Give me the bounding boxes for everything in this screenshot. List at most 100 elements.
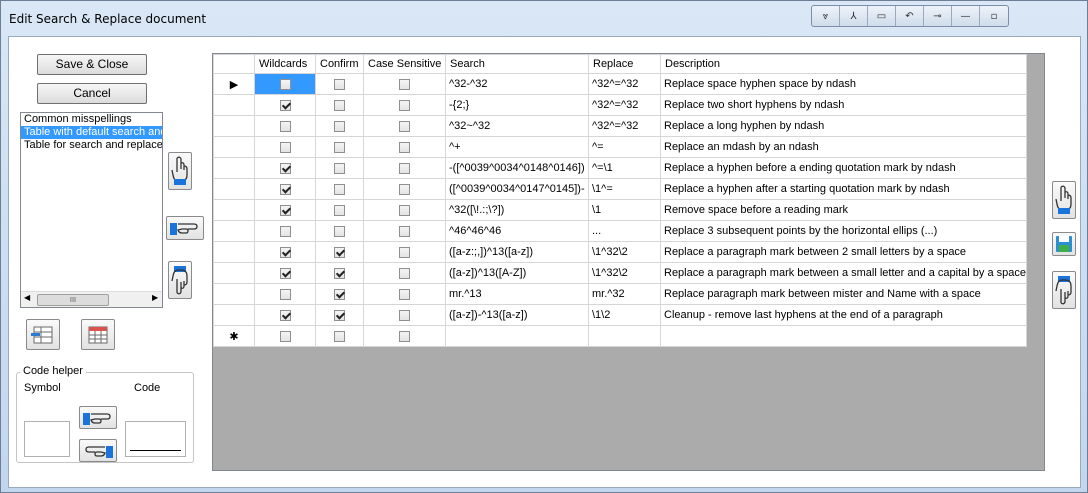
code-to-symbol-button[interactable]	[79, 439, 117, 462]
wildcards-checkbox[interactable]	[279, 246, 291, 258]
case-sensitive-checkbox[interactable]	[399, 99, 410, 111]
insert-button[interactable]	[166, 216, 204, 240]
confirm-checkbox[interactable]	[334, 309, 345, 321]
description-cell[interactable]	[660, 325, 1027, 347]
confirm-checkbox[interactable]	[334, 288, 345, 300]
list-item-search-replace-table[interactable]: Table for search and replace	[21, 139, 162, 152]
caption-button-restore[interactable]: ▫	[980, 6, 1008, 26]
case-sensitive-checkbox[interactable]	[399, 267, 410, 279]
edit-table-button[interactable]	[81, 319, 115, 350]
description-cell[interactable]: Replace space hyphen space by ndash	[660, 73, 1027, 95]
symbol-to-code-button[interactable]	[79, 406, 117, 429]
wildcards-checkbox[interactable]	[279, 267, 291, 279]
description-cell[interactable]: Replace an mdash by an ndash	[660, 136, 1027, 158]
confirm-checkbox[interactable]	[334, 204, 345, 216]
table-row[interactable]: ([a-z])^13([A-Z]) \1^32\2 Replace a paragr…	[213, 262, 1027, 284]
confirm-checkbox[interactable]	[334, 225, 345, 237]
save-close-button[interactable]: Save & Close	[37, 54, 147, 75]
new-row-header[interactable]: ✱	[213, 325, 255, 347]
description-cell[interactable]: Replace a long hyphen by ndash	[660, 115, 1027, 137]
replace-cell[interactable]: \1^=	[588, 178, 661, 200]
table-row[interactable]: ^+ ^= Replace an mdash by an ndash	[213, 136, 1027, 158]
caption-button-minimize[interactable]: —	[952, 6, 980, 26]
column-header-description[interactable]: Description	[660, 54, 1027, 74]
table-row[interactable]: ▶ ^32-^32 ^32^=^32 Replace space hyphen spa…	[213, 73, 1027, 95]
table-list[interactable]: Common misspellings Table with default s…	[20, 112, 163, 308]
wildcards-checkbox[interactable]	[279, 288, 291, 300]
replace-cell[interactable]: \1^32\2	[588, 241, 661, 263]
replace-cell[interactable]: ^=\1	[588, 157, 661, 179]
scroll-right-arrow-icon[interactable]: ▶	[152, 293, 158, 302]
search-cell[interactable]: ([^0039^0034^0147^0145])-	[445, 178, 589, 200]
replace-cell[interactable]	[588, 325, 661, 347]
list-horizontal-scrollbar[interactable]: ◀ III ▶	[21, 291, 162, 307]
search-cell[interactable]: ^32~^32	[445, 115, 589, 137]
replace-cell[interactable]: ^=	[588, 136, 661, 158]
scroll-thumb[interactable]: III	[37, 294, 109, 306]
new-row[interactable]: ✱	[213, 325, 1027, 347]
column-header-replace[interactable]: Replace	[588, 54, 661, 74]
list-item-common-misspellings[interactable]: Common misspellings	[21, 113, 162, 126]
scroll-left-arrow-icon[interactable]: ◀	[24, 293, 30, 302]
table-row[interactable]: ^32~^32 ^32^=^32 Replace a long hyphen by …	[213, 115, 1027, 137]
wildcards-checkbox[interactable]	[279, 309, 291, 321]
search-cell[interactable]: -([^0039^0034^0148^0146])	[445, 157, 589, 179]
confirm-checkbox[interactable]	[334, 99, 345, 111]
column-header-search[interactable]: Search	[445, 54, 589, 74]
case-sensitive-checkbox[interactable]	[399, 162, 410, 174]
confirm-checkbox[interactable]	[334, 162, 345, 174]
confirm-checkbox[interactable]	[334, 78, 345, 90]
caption-button-window[interactable]: ▭	[868, 6, 896, 26]
save-row-button[interactable]	[1052, 232, 1076, 256]
wildcards-checkbox[interactable]	[279, 183, 291, 195]
wildcards-checkbox[interactable]	[279, 141, 291, 153]
replace-cell[interactable]: ...	[588, 220, 661, 242]
wildcards-checkbox[interactable]	[279, 162, 291, 174]
wildcards-checkbox[interactable]	[279, 78, 291, 90]
move-down-button[interactable]	[168, 261, 192, 299]
confirm-checkbox[interactable]	[334, 183, 345, 195]
search-cell[interactable]: ^32([\!.:;\?])	[445, 199, 589, 221]
table-row[interactable]: -{2;} ^32^=^32 Replace two short hyphens b…	[213, 94, 1027, 116]
symbol-field[interactable]	[24, 421, 70, 457]
replace-cell[interactable]: ^32^=^32	[588, 115, 661, 137]
search-cell[interactable]	[445, 325, 589, 347]
description-cell[interactable]: Replace a hyphen after a starting quotat…	[660, 178, 1027, 200]
search-cell[interactable]: ([a-z])-^13([a-z])	[445, 304, 589, 326]
description-cell[interactable]: Cleanup - remove last hyphens at the end…	[660, 304, 1027, 326]
description-cell[interactable]: Replace a paragraph mark between 2 small…	[660, 241, 1027, 263]
right-move-up-button[interactable]	[1052, 181, 1076, 219]
replace-cell[interactable]: \1\2	[588, 304, 661, 326]
row-header[interactable]	[213, 136, 255, 158]
confirm-checkbox[interactable]	[334, 330, 345, 342]
case-sensitive-checkbox[interactable]	[399, 288, 410, 300]
row-header[interactable]	[213, 178, 255, 200]
wildcards-checkbox[interactable]	[279, 99, 291, 111]
confirm-checkbox[interactable]	[334, 267, 345, 279]
search-cell[interactable]: ([a-z:;,])^13([a-z])	[445, 241, 589, 263]
replace-cell[interactable]: ^32^=^32	[588, 94, 661, 116]
row-header[interactable]	[213, 157, 255, 179]
cancel-button[interactable]: Cancel	[37, 83, 147, 104]
row-header[interactable]	[213, 94, 255, 116]
description-cell[interactable]: Remove space before a reading mark	[660, 199, 1027, 221]
code-field[interactable]	[125, 421, 186, 457]
description-cell[interactable]: Replace a paragraph mark between a small…	[660, 262, 1027, 284]
description-cell[interactable]: Replace 3 subsequent points by the horiz…	[660, 220, 1027, 242]
description-cell[interactable]: Replace paragraph mark between mister an…	[660, 283, 1027, 305]
row-header[interactable]	[213, 241, 255, 263]
search-cell[interactable]: ^46^46^46	[445, 220, 589, 242]
list-item-default-table[interactable]: Table with default search and replace	[21, 126, 162, 139]
case-sensitive-checkbox[interactable]	[399, 204, 410, 216]
caption-button-collapse[interactable]: ⩔	[812, 6, 840, 26]
confirm-checkbox[interactable]	[334, 246, 345, 258]
row-header[interactable]	[213, 199, 255, 221]
title-bar[interactable]: Edit Search & Replace document ⩔ ⅄ ▭ ↶ ⊸…	[1, 1, 1087, 35]
table-row[interactable]: ^46^46^46... Replace 3 subsequent points …	[213, 220, 1027, 242]
case-sensitive-checkbox[interactable]	[399, 330, 410, 342]
table-row[interactable]: -([^0039^0034^0148^0146]) ^=\1 Replace a h…	[213, 157, 1027, 179]
column-header-confirm[interactable]: Confirm	[315, 54, 364, 74]
replace-cell[interactable]: ^32^=^32	[588, 73, 661, 95]
wildcards-checkbox[interactable]	[279, 204, 291, 216]
wildcards-checkbox[interactable]	[279, 120, 291, 132]
